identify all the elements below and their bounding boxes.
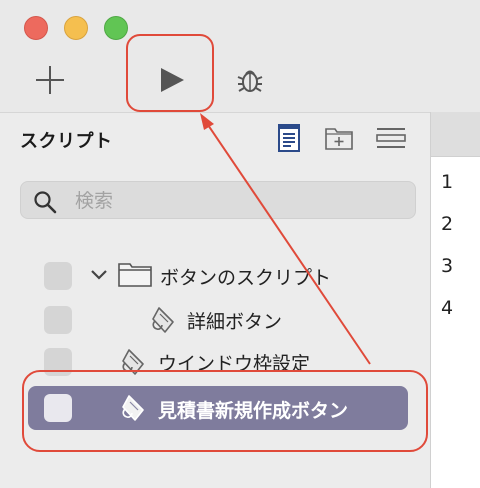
chevron-down-icon[interactable]: [90, 267, 108, 283]
include-checkbox[interactable]: [44, 306, 72, 334]
line-number: 1: [441, 171, 454, 193]
separator-button[interactable]: [374, 121, 408, 155]
list-item-label: 見積書新規作成ボタン: [158, 400, 349, 422]
search-box: [20, 181, 416, 219]
search-icon: [34, 191, 57, 214]
line-number: 3: [441, 255, 454, 277]
script-row-selected[interactable]: 見積書新規作成ボタン: [0, 386, 430, 430]
close-window-button[interactable]: [24, 16, 48, 40]
search-input[interactable]: [73, 186, 407, 216]
folder-icon: [118, 263, 152, 287]
list-item-label: 詳細ボタン: [187, 311, 283, 333]
include-checkbox[interactable]: [44, 394, 72, 422]
folder-plus-icon: [325, 128, 353, 150]
script-row[interactable]: 詳細ボタン: [0, 299, 430, 341]
window-titlebar: [0, 0, 480, 112]
sidebar-header: スクリプト: [0, 113, 430, 165]
script-editor-pane[interactable]: 1 2 3 4: [430, 112, 480, 488]
new-script-document-button[interactable]: [272, 121, 306, 155]
script-scroll-icon: [122, 349, 144, 375]
run-script-button[interactable]: [148, 56, 196, 104]
plus-icon: [36, 66, 64, 94]
script-row[interactable]: ウインドウ枠設定: [0, 341, 430, 383]
editor-header: [431, 112, 480, 157]
list-item-label: ボタンのスクリプト: [160, 267, 332, 289]
new-folder-button[interactable]: [322, 121, 356, 155]
bug-icon: [237, 70, 263, 92]
line-number: 2: [441, 213, 454, 235]
sidebar-title: スクリプト: [20, 131, 113, 152]
play-icon: [161, 68, 184, 92]
include-checkbox[interactable]: [44, 262, 72, 290]
document-list-icon: [278, 124, 300, 152]
separator-lines-icon: [376, 128, 406, 148]
minimize-window-button[interactable]: [64, 16, 88, 40]
zoom-window-button[interactable]: [104, 16, 128, 40]
list-item-label: ウインドウ枠設定: [158, 353, 311, 375]
line-number: 4: [441, 297, 454, 319]
script-scroll-icon: [122, 395, 144, 421]
new-script-button[interactable]: [26, 56, 74, 104]
script-folder-row[interactable]: ボタンのスクリプト: [0, 255, 430, 297]
script-scroll-icon: [152, 307, 174, 333]
debug-script-button[interactable]: [226, 56, 274, 104]
include-checkbox[interactable]: [44, 348, 72, 376]
